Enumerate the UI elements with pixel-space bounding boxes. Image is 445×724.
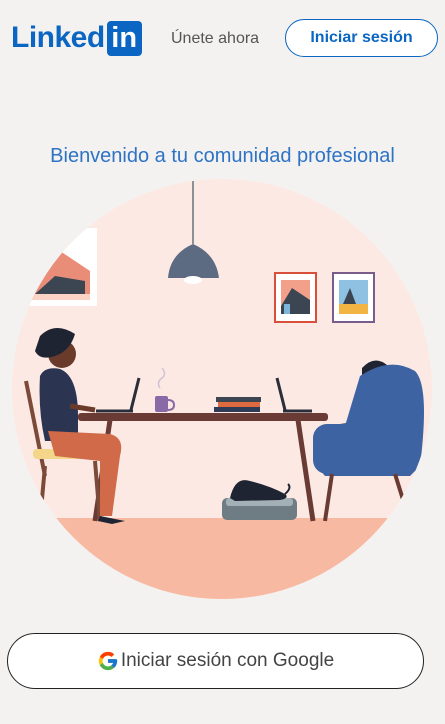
join-now-link[interactable]: Únete ahora (171, 30, 259, 48)
hero-illustration (12, 179, 432, 599)
google-signin-label: Iniciar sesión con Google (120, 650, 335, 671)
welcome-title: Bienvenido a tu comunidad profesional (50, 145, 395, 167)
logo-in-box: in (106, 20, 142, 56)
google-signin-button[interactable]: Iniciar sesión con Google (7, 633, 424, 689)
top-header: Linked in Únete ahora Iniciar sesión (0, 0, 445, 76)
linkedin-logo[interactable]: Linked in (11, 20, 142, 56)
wall-picture-left (20, 228, 97, 306)
google-g-icon (97, 650, 119, 672)
sign-in-button[interactable]: Iniciar sesión (285, 19, 438, 57)
logo-wordmark: Linked (11, 21, 105, 54)
wall-picture-red (274, 272, 317, 323)
wall-picture-purple (332, 272, 375, 323)
floor (12, 518, 432, 599)
book-stack (214, 397, 261, 412)
